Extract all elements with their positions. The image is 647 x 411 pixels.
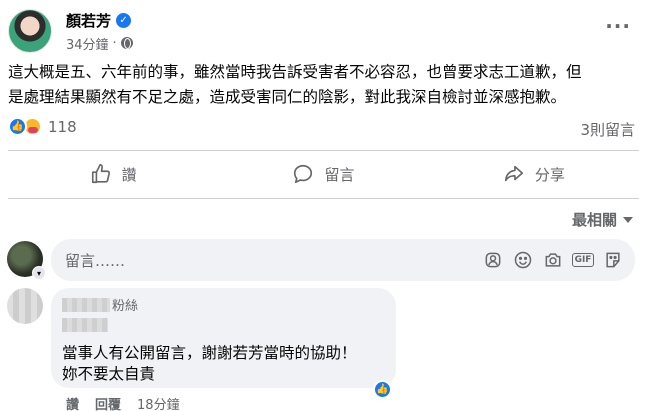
reaction-summary[interactable]: 👍 118 bbox=[8, 117, 77, 136]
sort-label: 最相關 bbox=[571, 211, 617, 229]
comment-actions: 讚 回覆 18分鐘 bbox=[66, 394, 180, 411]
comment-reply-button[interactable]: 回覆 bbox=[95, 394, 121, 411]
caret-down-icon bbox=[623, 216, 633, 223]
emoji-icon[interactable] bbox=[513, 250, 533, 270]
composer-tools: GIF bbox=[483, 250, 623, 270]
sticker-icon[interactable] bbox=[603, 250, 623, 270]
comment-line: 當事人有公開留言，謝謝若芳當時的協助！ bbox=[62, 344, 357, 362]
comment-count-link[interactable]: 3則留言 bbox=[580, 119, 635, 140]
post-text-line: 是處理結果顯然有不足之處，造成受害同仁的陰影，對此我深自檢討並深感抱歉。 bbox=[8, 88, 567, 106]
post-text-line: 這大概是五、六年前的事，雖然當時我告訴受害者不必容忍，也曾要求志工道歉，但 bbox=[8, 63, 582, 81]
comment-input[interactable]: 留言…… bbox=[65, 250, 483, 271]
like-button[interactable]: 讚 bbox=[8, 152, 218, 196]
comment-line: 妳不要太自責 bbox=[62, 365, 156, 383]
gif-label: GIF bbox=[571, 253, 595, 267]
fan-badge: 粉絲 bbox=[112, 299, 139, 314]
comment-composer[interactable]: 留言…… GIF bbox=[51, 239, 635, 281]
post-time[interactable]: 34分鐘 bbox=[66, 34, 109, 53]
comment-like-reaction-icon[interactable]: 👍 bbox=[373, 380, 392, 399]
author-avatar[interactable] bbox=[8, 9, 52, 53]
globe-icon bbox=[120, 37, 133, 49]
gif-icon[interactable]: GIF bbox=[571, 250, 595, 270]
current-user-avatar[interactable]: ▾ bbox=[7, 241, 46, 280]
post-meta: 34分鐘 · bbox=[66, 34, 133, 53]
author-name[interactable]: 顏若芳 bbox=[66, 10, 111, 31]
post-header: 顏若芳 ✓ 34分鐘 · bbox=[8, 6, 133, 56]
more-options-icon[interactable]: ··· bbox=[605, 14, 631, 38]
comment-button[interactable]: 留言 bbox=[218, 152, 428, 196]
thumbs-up-icon bbox=[91, 164, 110, 184]
share-button[interactable]: 分享 bbox=[429, 152, 639, 196]
comment-text: 當事人有公開留言，謝謝若芳當時的協助！ 妳不要太自責 bbox=[62, 343, 357, 385]
post-actions: 讚 留言 分享 bbox=[8, 152, 639, 196]
verified-badge-icon: ✓ bbox=[116, 12, 132, 28]
commenter-subname-blurred bbox=[62, 318, 108, 332]
reaction-count: 118 bbox=[48, 117, 77, 136]
share-label: 分享 bbox=[534, 165, 565, 184]
commenter-avatar-blurred[interactable] bbox=[7, 288, 43, 324]
like-reaction-icon: 👍 bbox=[8, 117, 27, 136]
camera-icon[interactable] bbox=[543, 250, 563, 270]
like-label: 讚 bbox=[121, 165, 137, 184]
author-info: 顏若芳 ✓ 34分鐘 · bbox=[66, 10, 133, 53]
comment-bubble-icon bbox=[294, 164, 313, 184]
author-name-row: 顏若芳 ✓ bbox=[66, 10, 133, 31]
chevron-down-icon[interactable]: ▾ bbox=[32, 266, 46, 280]
comment-sort-dropdown[interactable]: 最相關 bbox=[572, 209, 633, 230]
avatar-sticker-icon[interactable] bbox=[483, 250, 503, 270]
comment-time[interactable]: 18分鐘 bbox=[137, 394, 180, 411]
divider bbox=[8, 198, 639, 199]
divider bbox=[8, 150, 639, 151]
comment-like-button[interactable]: 讚 bbox=[66, 394, 79, 411]
share-arrow-icon bbox=[504, 165, 523, 182]
post-body: 這大概是五、六年前的事，雖然當時我告訴受害者不必容忍，也曾要求志工道歉，但 是處… bbox=[8, 60, 633, 110]
comment-label: 留言 bbox=[324, 165, 355, 184]
commenter-name-blurred[interactable] bbox=[62, 298, 110, 312]
